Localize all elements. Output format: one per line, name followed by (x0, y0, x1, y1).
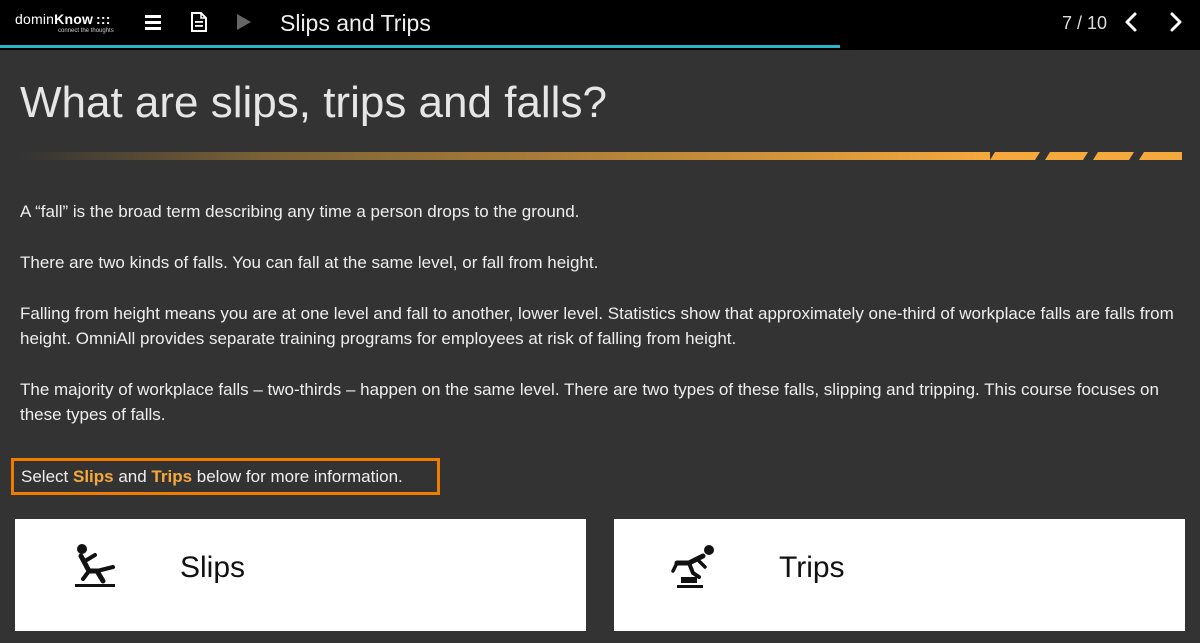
slips-button[interactable]: Slips (15, 519, 586, 631)
logo-wordmark: dominKnow::: (15, 11, 111, 27)
callout-text-2: and (113, 467, 152, 486)
paragraph-4: The majority of workplace falls – two-th… (20, 380, 1159, 424)
play-icon[interactable] (234, 11, 256, 33)
menu-icon[interactable] (143, 11, 165, 33)
callout-text-1: Select (21, 467, 73, 486)
callout-slips-highlight: Slips (72, 467, 114, 486)
document-icon[interactable] (188, 11, 210, 33)
trips-button[interactable]: Trips (614, 519, 1185, 631)
page-title: Slips and Trips (280, 10, 431, 36)
top-bar: dominKnow::: connect the thoughts Slips … (0, 0, 1200, 50)
paragraph-2: There are two kinds of falls. You can fa… (20, 253, 599, 272)
callout-trips-highlight: Trips (151, 467, 193, 486)
callout-text-3: below for more information. (192, 467, 403, 486)
instruction-callout: Select Slips and Trips below for more in… (11, 458, 440, 495)
next-icon[interactable] (1164, 11, 1186, 33)
trips-label: Trips (779, 551, 845, 584)
previous-icon[interactable] (1121, 11, 1143, 33)
decorative-divider (20, 152, 1182, 160)
trip-fall-icon (669, 541, 717, 589)
slips-label: Slips (180, 551, 246, 584)
page-heading: What are slips, trips and falls? (20, 78, 607, 127)
progress-bar (0, 45, 840, 48)
dominknow-logo: dominKnow::: connect the thoughts (15, 11, 120, 37)
slip-fall-icon (73, 541, 121, 589)
paragraph-1: A “fall” is the broad term describing an… (20, 202, 580, 221)
logo-tagline: connect the thoughts (58, 28, 114, 34)
paragraph-3: Falling from height means you are at one… (20, 304, 1174, 348)
page-counter: 7 / 10 (1062, 13, 1108, 33)
